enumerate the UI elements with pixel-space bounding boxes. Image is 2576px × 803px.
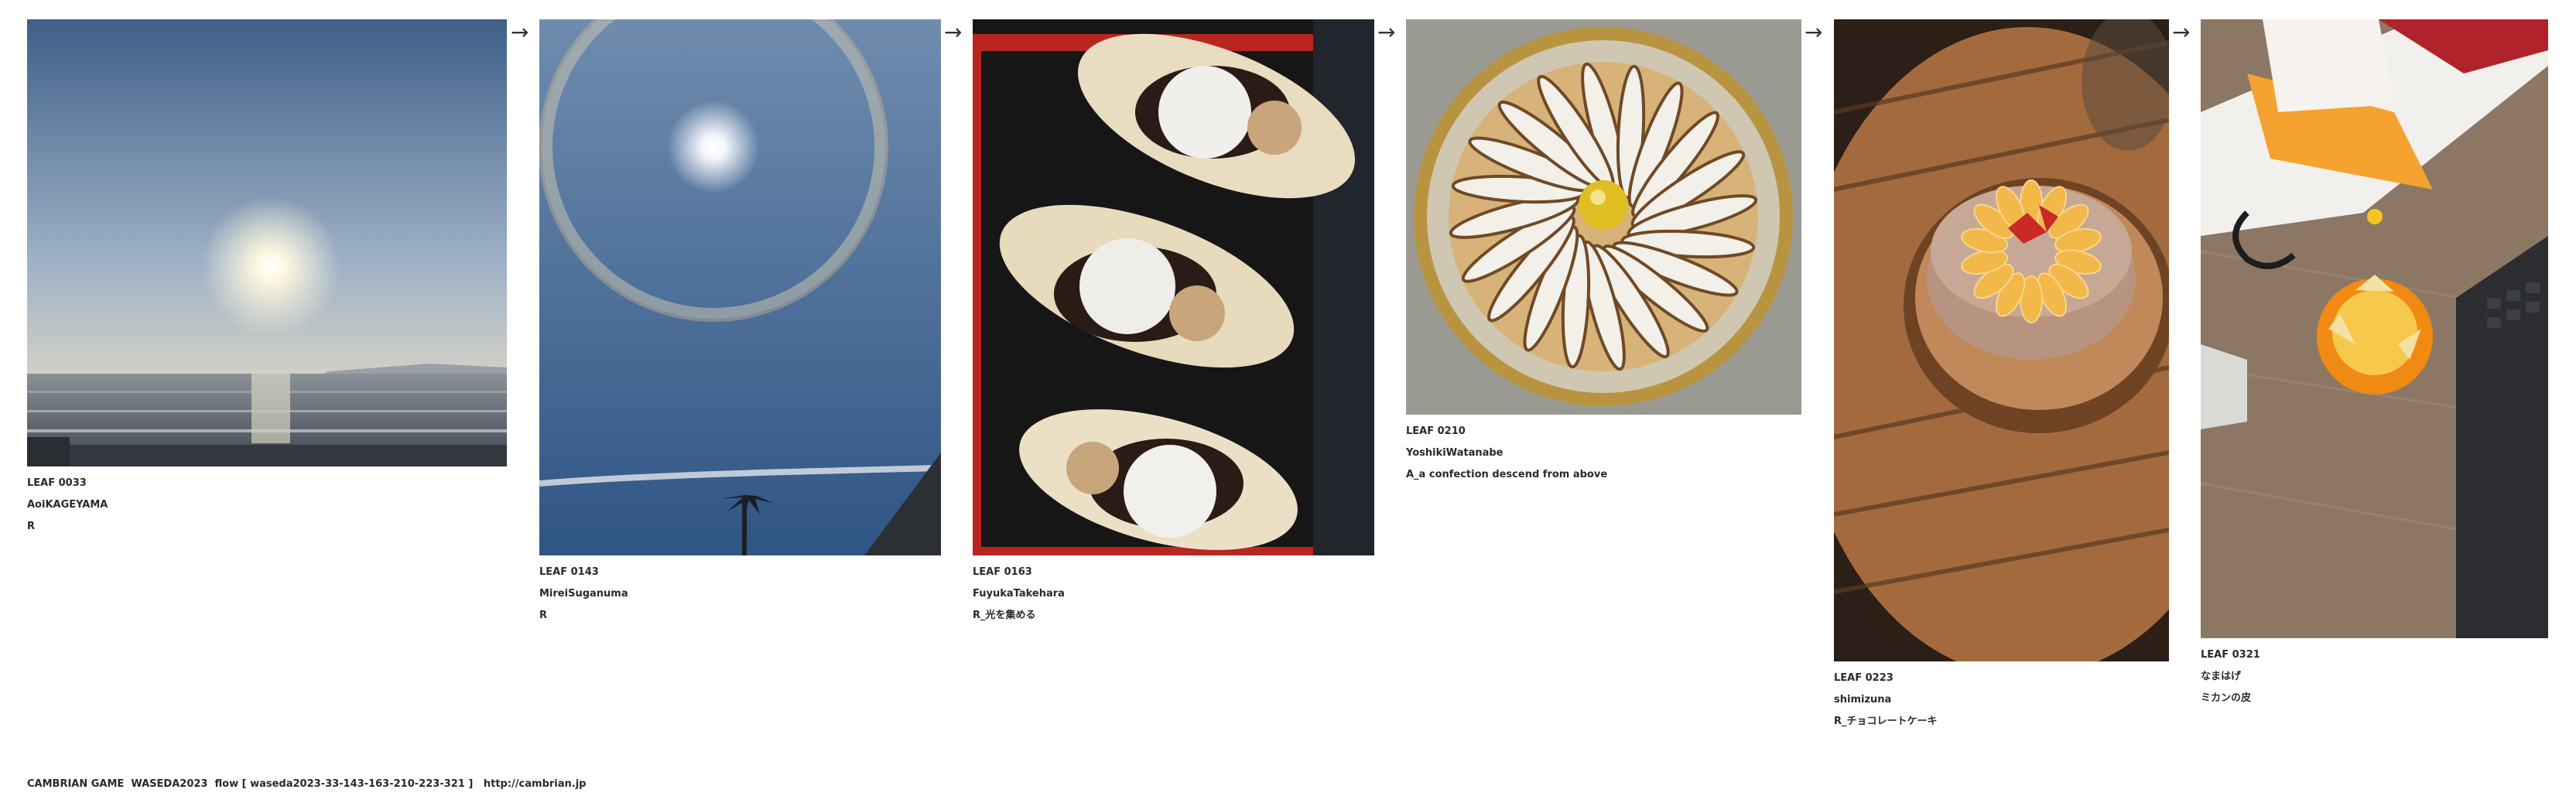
- leaf-card-0143[interactable]: LEAF 0143 MireiSuganuma R: [539, 19, 941, 621]
- leaf-card-0321[interactable]: LEAF 0321 なまはげ ミカンの皮: [2201, 19, 2548, 704]
- leaf-author[interactable]: なまはげ: [2201, 671, 2548, 682]
- leaf-author[interactable]: FuyukaTakehara: [973, 589, 1374, 600]
- leaf-id: LEAF 0143: [539, 566, 599, 578]
- leaf-id: LEAF 0163: [973, 566, 1032, 578]
- leaf-title: A_a confection descend from above: [1406, 469, 1608, 480]
- leaf-photo-cake[interactable]: [1834, 19, 2169, 661]
- leaf-title: ミカンの皮: [2201, 692, 2252, 704]
- leaf-caption: LEAF 0143 MireiSuganuma R: [539, 567, 941, 621]
- leaf-title: R: [27, 521, 36, 532]
- flow-arrow-icon: →: [2172, 19, 2191, 45]
- leaf-id: LEAF 0033: [27, 477, 87, 489]
- leaf-card-0163[interactable]: LEAF 0163 FuyukaTakehara R_光を集める: [973, 19, 1374, 621]
- leaf-caption: LEAF 0033 AoiKAGEYAMA R: [27, 478, 507, 532]
- leaf-author[interactable]: YoshikiWatanabe: [1406, 448, 1801, 459]
- leaf-id: LEAF 0210: [1406, 425, 1466, 437]
- leaf-card-0210[interactable]: LEAF 0210 YoshikiWatanabe A_a confection…: [1406, 19, 1801, 480]
- leaf-id: LEAF 0223: [1834, 672, 1894, 684]
- leaf-photo-desserts[interactable]: [973, 19, 1374, 555]
- leaf-id: LEAF 0321: [2201, 649, 2260, 661]
- leaf-card-0223[interactable]: LEAF 0223 shimizuna R_チョコレートケーキ: [1834, 19, 2169, 727]
- flow-arrow-icon: →: [944, 19, 963, 45]
- leaf-author[interactable]: AoiKAGEYAMA: [27, 500, 507, 511]
- leaf-caption: LEAF 0210 YoshikiWatanabe A_a confection…: [1406, 426, 1801, 480]
- leaf-title: R_光を集める: [973, 610, 1036, 621]
- leaf-caption: LEAF 0223 shimizuna R_チョコレートケーキ: [1834, 673, 2169, 727]
- leaf-photo-sea-sun[interactable]: [27, 19, 507, 466]
- footer-flow-info[interactable]: CAMBRIAN GAME WASEDA2023 flow [ waseda20…: [27, 778, 586, 790]
- leaf-title: R_チョコレートケーキ: [1834, 716, 1938, 727]
- flow-arrow-icon: →: [1805, 19, 1823, 45]
- leaf-photo-sun-halo[interactable]: [539, 19, 941, 555]
- leaf-author[interactable]: shimizuna: [1834, 695, 2169, 706]
- leaf-photo-tart[interactable]: [1406, 19, 1801, 415]
- leaf-card-0033[interactable]: LEAF 0033 AoiKAGEYAMA R: [27, 19, 507, 532]
- leaf-photo-orange-peel[interactable]: [2201, 19, 2548, 638]
- leaf-title: R: [539, 610, 548, 621]
- flow-arrow-icon: →: [511, 19, 529, 45]
- flow-arrow-icon: →: [1377, 19, 1396, 45]
- leaf-author[interactable]: MireiSuganuma: [539, 589, 941, 600]
- leaf-caption: LEAF 0163 FuyukaTakehara R_光を集める: [973, 567, 1374, 621]
- leaf-caption: LEAF 0321 なまはげ ミカンの皮: [2201, 650, 2548, 704]
